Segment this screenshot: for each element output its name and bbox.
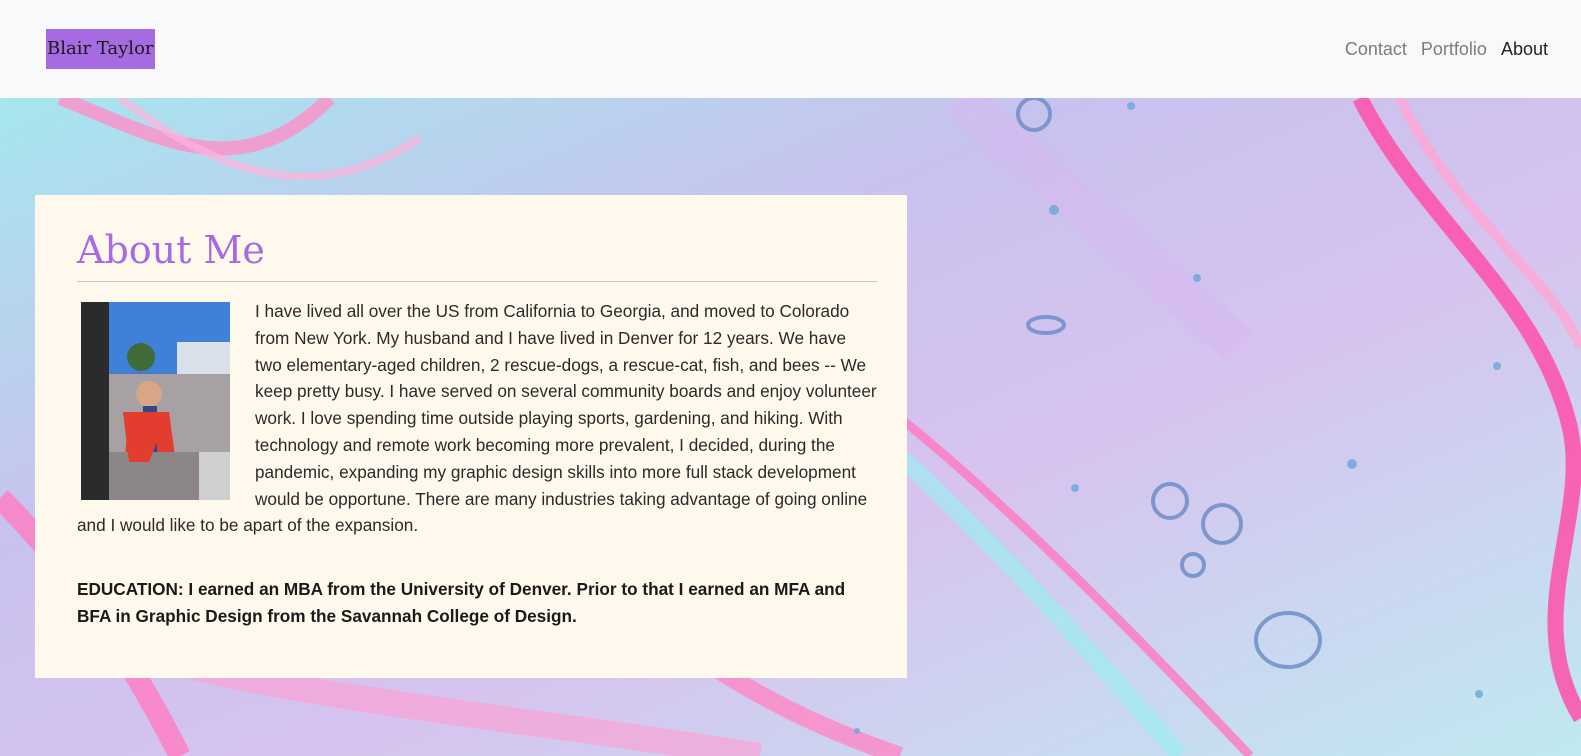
page-title: About Me (77, 228, 265, 272)
education-statement: EDUCATION: I earned an MBA from the Univ… (77, 579, 846, 626)
title-divider (77, 281, 877, 282)
profile-photo (81, 302, 230, 500)
navbar: Blair Taylor Contact Portfolio About (0, 0, 1581, 98)
nav-link-portfolio[interactable]: Portfolio (1421, 36, 1487, 62)
about-body: I have lived all over the US from Califo… (77, 298, 877, 539)
nav-link-about[interactable]: About (1501, 36, 1548, 62)
brand-logo[interactable]: Blair Taylor (46, 29, 155, 69)
about-card: About Me I have lived all over the US fr… (35, 195, 907, 678)
nav-link-contact[interactable]: Contact (1345, 36, 1407, 62)
nav-links: Contact Portfolio About (1345, 36, 1548, 62)
